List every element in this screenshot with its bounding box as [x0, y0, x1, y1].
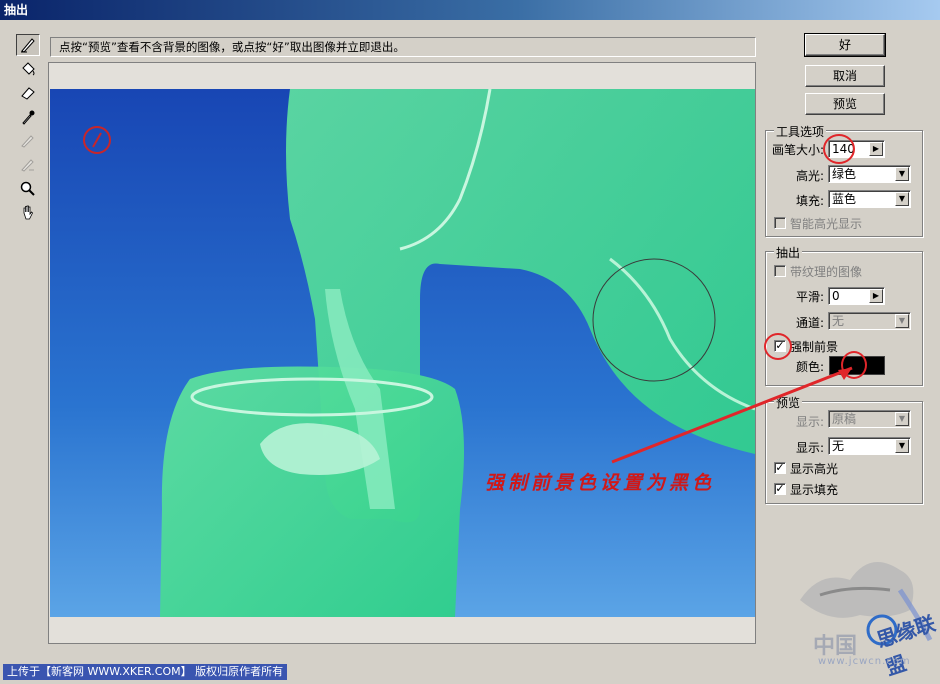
chevron-down-icon: ▼ — [895, 412, 909, 426]
fill-select[interactable]: 蓝色 ▼ — [828, 190, 911, 208]
show-fill-label: 显示填充 — [790, 483, 839, 497]
extraction-title: 抽出 — [774, 244, 803, 261]
fill-label: 填充: — [795, 194, 824, 208]
tool-options-title: 工具选项 — [774, 123, 827, 140]
cancel-button[interactable]: 取消 — [805, 65, 885, 87]
cleanup-tool-icon — [16, 130, 40, 152]
hand-icon[interactable] — [16, 202, 40, 224]
highlight-value: 绿色 — [832, 167, 857, 181]
highlight-select[interactable]: 绿色 ▼ — [828, 165, 911, 183]
eyedropper-icon[interactable] — [16, 106, 40, 128]
chevron-down-icon[interactable]: ▼ — [895, 192, 909, 206]
instruction-text: 点按“预览”查看不含背景的图像，或点按“好”取出图像并立即退出。 — [50, 37, 756, 57]
fill-value: 蓝色 — [832, 192, 857, 206]
smooth-value: 0 — [832, 289, 840, 303]
chevron-down-icon[interactable]: ▼ — [895, 167, 909, 181]
brush-size-label: 画笔大小: — [772, 143, 825, 157]
chevron-down-icon[interactable]: ▼ — [895, 439, 909, 453]
highlight-label: 高光: — [795, 169, 824, 183]
chevron-right-icon[interactable]: ▶ — [869, 289, 883, 303]
brush-size-highlight-circle — [823, 134, 855, 164]
chevron-right-icon[interactable]: ▶ — [869, 142, 883, 156]
footer-credit: 上传于【新客网 WWW.XKER.COM】 版权归原作者所有 — [3, 664, 288, 680]
show-fill-checkbox[interactable]: ✓ — [774, 483, 786, 495]
window-title: 抽出 — [0, 0, 940, 20]
channel-label: 通道: — [795, 316, 824, 330]
chevron-down-icon: ▼ — [895, 314, 909, 328]
edge-highlighter-icon[interactable] — [16, 34, 40, 56]
eraser-icon[interactable] — [16, 82, 40, 104]
ok-button[interactable]: 好 — [804, 33, 886, 57]
smooth-input[interactable]: 0 ▶ — [828, 287, 885, 305]
annotation-text: 强制前景色设置为黑色 — [485, 472, 716, 494]
edge-touchup-icon — [16, 154, 40, 176]
channel-value: 无 — [832, 314, 845, 328]
channel-select: 无 ▼ — [828, 312, 911, 330]
tool-palette — [16, 34, 42, 226]
watermark-url: www.jcwcn.com — [818, 656, 911, 667]
smooth-label: 平滑: — [795, 290, 824, 304]
preview-button[interactable]: 预览 — [805, 93, 885, 115]
annotation-arrow — [611, 366, 853, 464]
zoom-icon[interactable] — [16, 178, 40, 200]
smart-highlight-label: 智能高光显示 — [790, 217, 863, 231]
force-foreground-label: 强制前景 — [790, 340, 839, 354]
textured-image-checkbox — [774, 265, 786, 277]
image-preview[interactable] — [50, 89, 755, 617]
textured-image-label: 带纹理的图像 — [790, 265, 863, 279]
fill-bucket-icon[interactable] — [16, 58, 40, 80]
smart-highlight-checkbox — [774, 217, 786, 229]
force-foreground-highlight-circle — [764, 333, 792, 360]
